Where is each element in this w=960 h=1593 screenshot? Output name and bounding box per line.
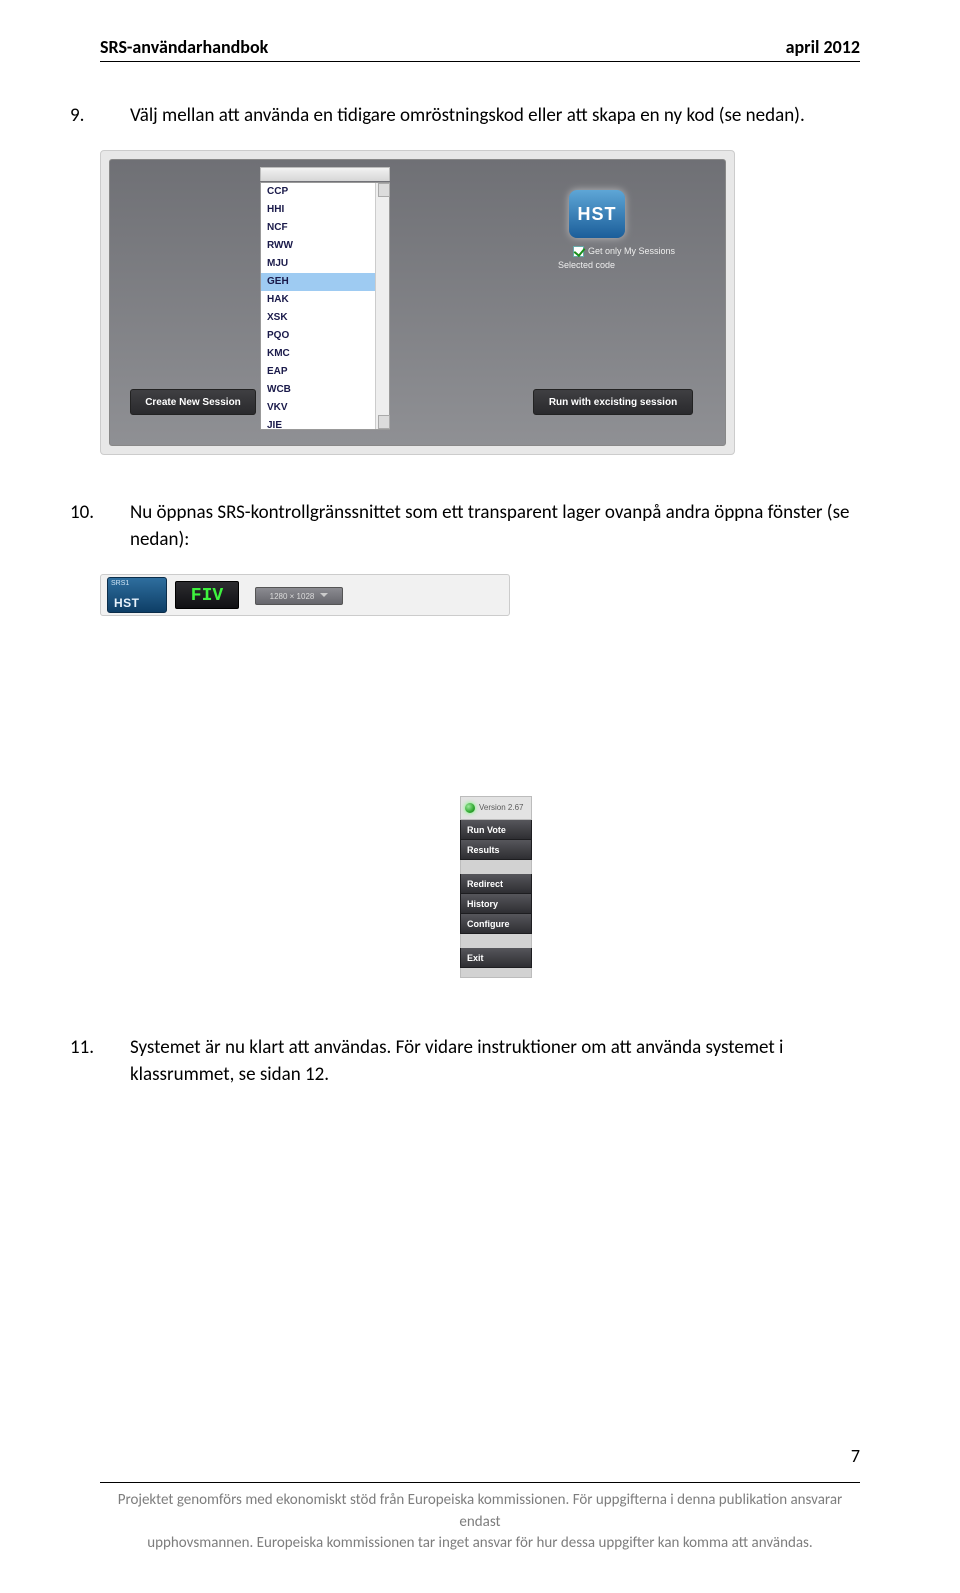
scrollbar[interactable] (375, 183, 389, 429)
history-button[interactable]: History (460, 894, 532, 914)
tab-small-label: SRS1 (111, 580, 129, 587)
session-code-display: FIV (175, 581, 239, 609)
list-item[interactable]: EAP (261, 363, 389, 381)
step-text: Nu öppnas SRS-kontrollgränssnittet som e… (130, 501, 849, 552)
list-item[interactable]: NCF (261, 219, 389, 237)
list-item-selected[interactable]: GEH (261, 273, 389, 291)
run-existing-session-button[interactable]: Run with excisting session (533, 389, 693, 415)
list-item[interactable]: CCP (261, 183, 389, 201)
screenshot-overlay-bar: SRS1 HST FIV 1280 × 1028 (100, 574, 510, 616)
panel-divider (460, 934, 532, 948)
code-listbox[interactable]: CCP HHI NCF RWW MJU GEH HAK XSK PQO KMC … (260, 182, 390, 430)
header-left: SRS-användarhandbok (100, 36, 268, 58)
running-header: SRS-användarhandbok april 2012 (100, 36, 860, 58)
list-item[interactable]: PQO (261, 327, 389, 345)
version-label: Version 2.67 (460, 796, 532, 820)
list-item[interactable]: WCB (261, 381, 389, 399)
step-11: 11.Systemet är nu klart att användas. Fö… (130, 1034, 860, 1089)
list-item[interactable]: XSK (261, 309, 389, 327)
run-vote-button[interactable]: Run Vote (460, 820, 532, 840)
page-number: 7 (851, 1445, 860, 1467)
list-item[interactable]: RWW (261, 237, 389, 255)
list-item[interactable]: HAK (261, 291, 389, 309)
step-9: 9.Välj mellan att använda en tidigare om… (130, 102, 860, 130)
list-item[interactable]: HHI (261, 201, 389, 219)
list-item[interactable]: VKV (261, 399, 389, 417)
hst-tab[interactable]: SRS1 HST (107, 577, 167, 613)
results-button[interactable]: Results (460, 840, 532, 860)
header-right: april 2012 (786, 36, 860, 58)
panel-footer (460, 968, 532, 978)
document-page: SRS-användarhandbok april 2012 9.Välj me… (0, 0, 960, 1593)
resolution-dropdown[interactable]: 1280 × 1028 (255, 587, 343, 605)
dialog-body: CCP HHI NCF RWW MJU GEH HAK XSK PQO KMC … (109, 159, 726, 446)
list-item[interactable]: JIE (261, 417, 389, 435)
tab-main-label: HST (114, 596, 140, 610)
selected-code-label: Selected code (558, 260, 615, 270)
step-number: 11. (100, 1034, 130, 1062)
configure-button[interactable]: Configure (460, 914, 532, 934)
my-sessions-checkbox-row[interactable]: Get only My Sessions (573, 246, 675, 257)
redirect-button[interactable]: Redirect (460, 874, 532, 894)
header-rule (100, 61, 860, 62)
list-item[interactable]: KMC (261, 345, 389, 363)
screenshot-control-panel: Version 2.67 Run Vote Results Redirect H… (460, 796, 532, 978)
screenshot-session-dialog: CCP HHI NCF RWW MJU GEH HAK XSK PQO KMC … (100, 150, 735, 455)
chevron-down-icon (320, 593, 328, 601)
create-new-session-button[interactable]: Create New Session (130, 389, 256, 415)
list-item[interactable]: MJU (261, 255, 389, 273)
footer-line-2: upphovsmannen. Europeiska kommissionen t… (147, 1534, 812, 1552)
step-text: Systemet är nu klart att användas. För v… (130, 1036, 783, 1087)
footer-text: Projektet genomförs med ekonomiskt stöd … (100, 1490, 860, 1555)
checkbox-icon[interactable] (573, 246, 584, 257)
step-number: 9. (100, 102, 130, 130)
step-number: 10. (100, 499, 130, 527)
exit-button[interactable]: Exit (460, 948, 532, 968)
checkbox-label: Get only My Sessions (588, 246, 675, 256)
footer-line-1: Projektet genomförs med ekonomiskt stöd … (118, 1491, 843, 1531)
hst-badge-icon: HST (569, 190, 625, 238)
step-text: Välj mellan att använda en tidigare omrö… (130, 104, 805, 127)
step-10: 10.Nu öppnas SRS-kontrollgränssnittet so… (130, 499, 860, 554)
panel-divider (460, 860, 532, 874)
footer-rule (100, 1482, 860, 1483)
code-list-header (260, 167, 390, 181)
resolution-value: 1280 × 1028 (270, 592, 315, 601)
